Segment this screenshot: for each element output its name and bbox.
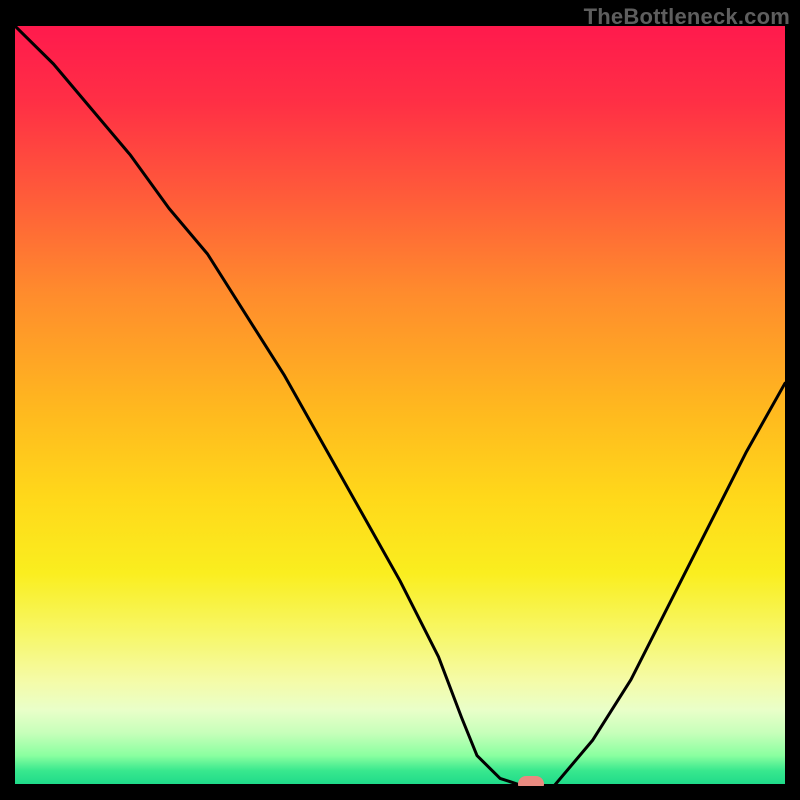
chart-frame: TheBottleneck.com [0, 0, 800, 800]
bottleneck-curve [15, 26, 785, 786]
optimal-marker [518, 776, 544, 786]
plot-area [15, 26, 785, 786]
curve-path [15, 26, 785, 786]
attribution-label: TheBottleneck.com [584, 4, 790, 30]
baseline [15, 784, 785, 786]
